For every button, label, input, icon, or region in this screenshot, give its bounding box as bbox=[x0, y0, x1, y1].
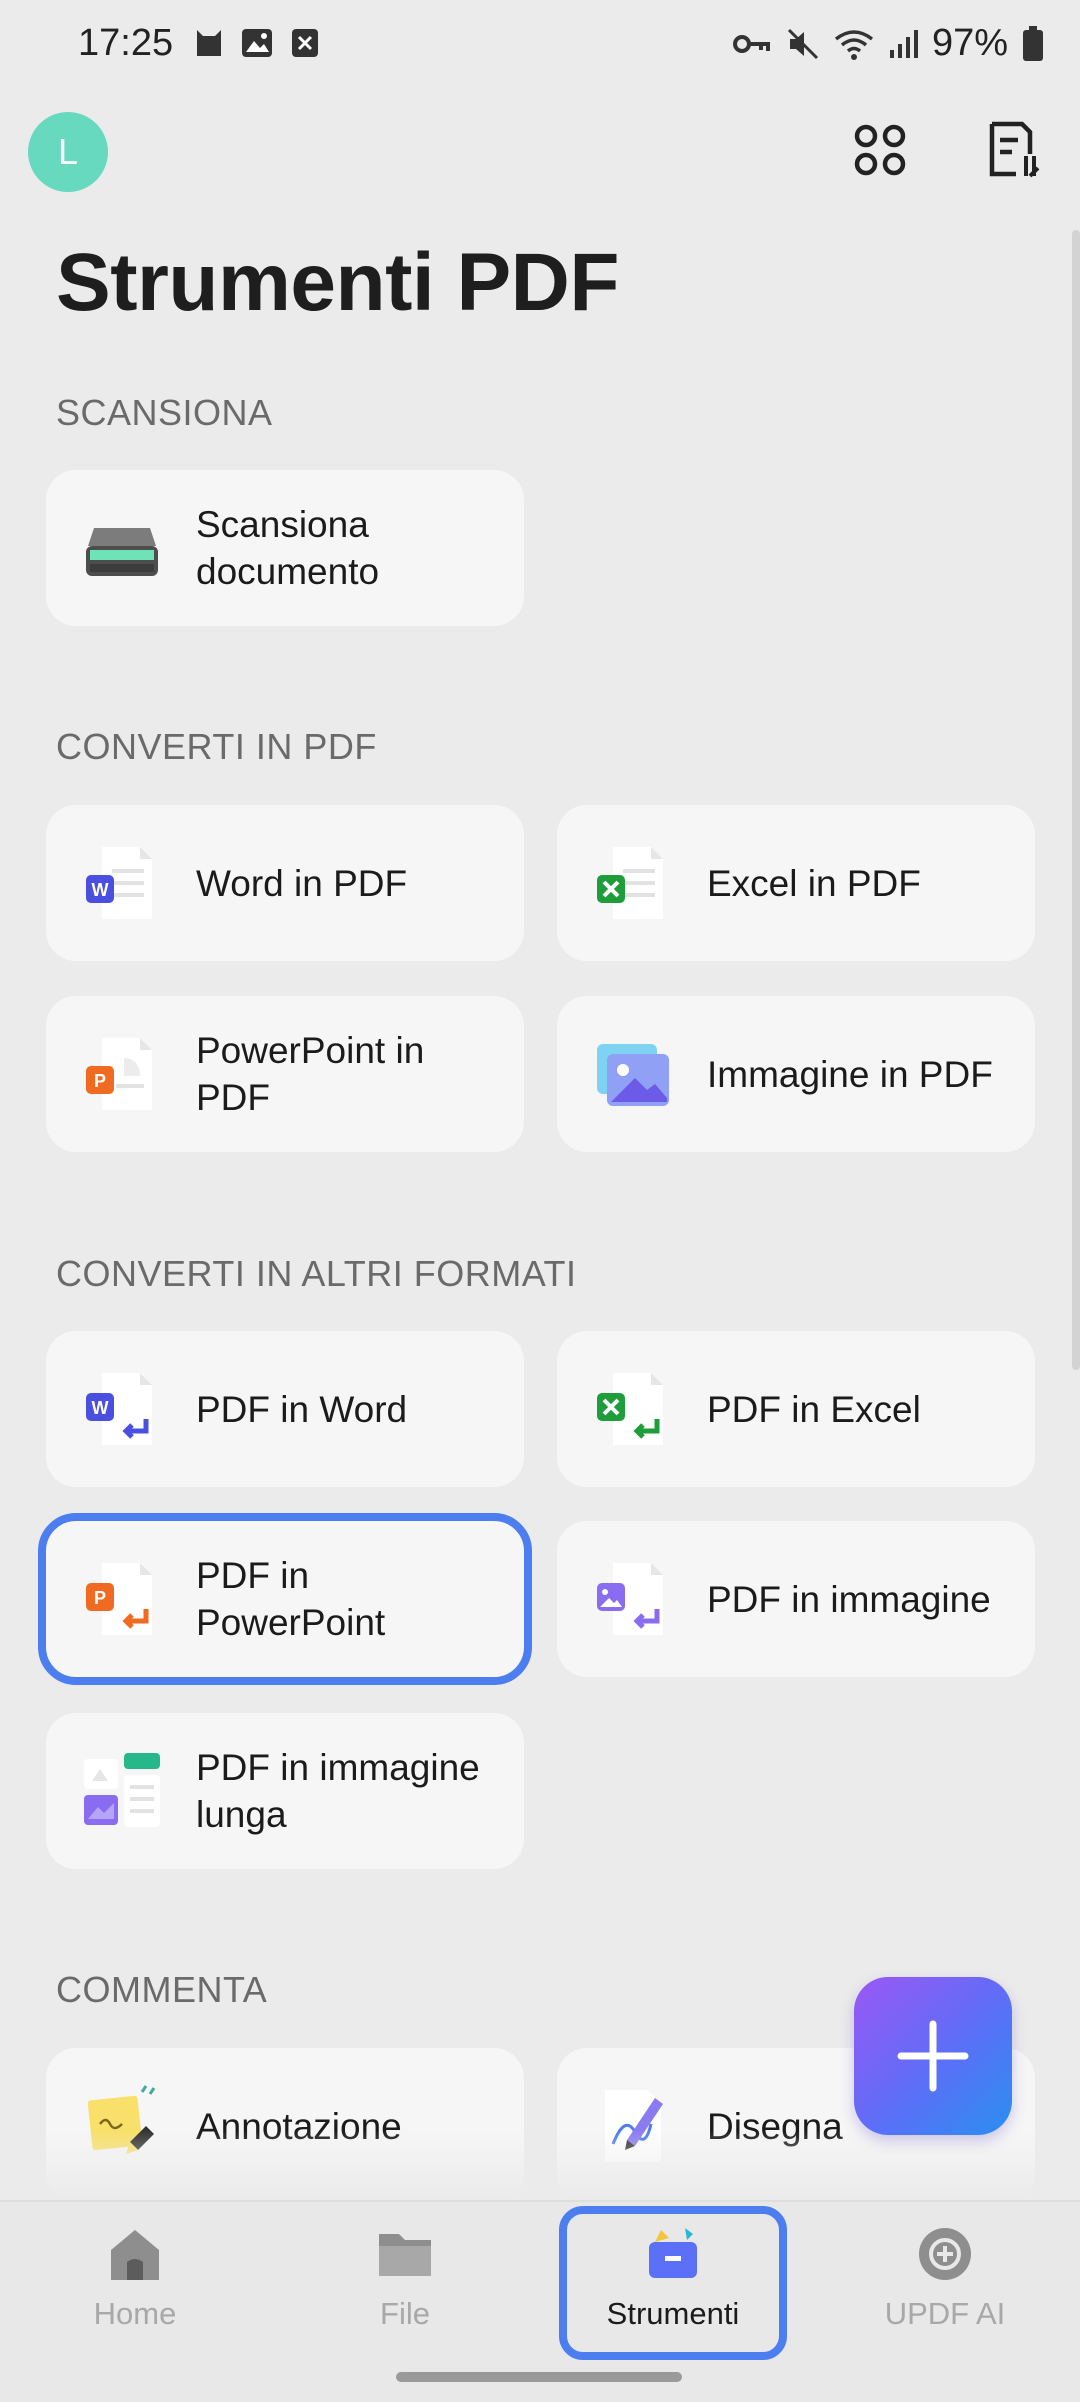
svg-text:P: P bbox=[94, 1071, 106, 1091]
close-box-notification-icon bbox=[292, 29, 318, 57]
page-title: Strumenti PDF bbox=[56, 237, 619, 328]
grid-view-button[interactable] bbox=[848, 118, 912, 182]
tool-label: Word in PDF bbox=[196, 862, 408, 904]
powerpoint-document-icon: P bbox=[86, 1038, 152, 1110]
tool-word-to-pdf[interactable]: W Word in PDF bbox=[46, 805, 524, 961]
battery-icon bbox=[1023, 25, 1043, 61]
section-label-comment: COMMENTA bbox=[56, 1969, 268, 2010]
mute-icon bbox=[787, 28, 818, 59]
nav-label: Home bbox=[93, 2296, 177, 2331]
vpn-key-icon bbox=[732, 34, 770, 53]
toolbox-icon bbox=[649, 2228, 697, 2278]
grid-icon bbox=[854, 124, 906, 176]
image-notification-icon bbox=[242, 29, 272, 57]
tool-pdf-to-image[interactable]: PDF in immagine bbox=[557, 1521, 1035, 1677]
pdf-to-powerpoint-icon: P bbox=[86, 1563, 152, 1635]
sort-documents-button[interactable] bbox=[982, 118, 1046, 182]
pdf-to-excel-icon bbox=[597, 1373, 663, 1445]
svg-text:W: W bbox=[92, 880, 109, 900]
cat-notification-icon bbox=[197, 30, 221, 56]
tool-label: PDF in immagine lunga bbox=[196, 1747, 480, 1835]
signal-icon bbox=[889, 29, 918, 58]
nav-label: UPDF AI bbox=[884, 2296, 1006, 2331]
pdf-to-word-icon: W bbox=[86, 1373, 152, 1445]
tool-label: Scansiona documento bbox=[196, 504, 380, 592]
section-label-convert-to-pdf: CONVERTI IN PDF bbox=[56, 726, 377, 767]
home-icon bbox=[111, 2230, 159, 2280]
folder-icon bbox=[379, 2234, 431, 2276]
scanner-icon bbox=[86, 528, 158, 576]
scrollbar[interactable] bbox=[1072, 230, 1080, 1370]
tool-label: Excel in PDF bbox=[707, 862, 921, 904]
avatar[interactable]: L bbox=[28, 112, 108, 192]
section-label-convert-from-pdf: CONVERTI IN ALTRI FORMATI bbox=[56, 1253, 577, 1294]
plus-icon bbox=[897, 2020, 969, 2092]
tool-label: PowerPoint in PDF bbox=[196, 1030, 425, 1118]
tool-pdf-to-powerpoint[interactable]: P PDF in PowerPoint bbox=[38, 1513, 532, 1685]
nav-home[interactable]: Home bbox=[35, 2222, 235, 2357]
tool-label: PDF in PowerPoint bbox=[196, 1555, 386, 1643]
status-system-icons: 97% bbox=[732, 22, 1044, 65]
battery-percent: 97% bbox=[931, 22, 1008, 64]
image-gallery-icon bbox=[597, 1044, 669, 1106]
nav-label: File bbox=[380, 2296, 430, 2331]
tool-label: PDF in Word bbox=[196, 1388, 408, 1430]
tool-pdf-to-excel[interactable]: PDF in Excel bbox=[557, 1331, 1035, 1487]
tool-scan-document[interactable]: Scansiona documento bbox=[46, 470, 524, 626]
content-fade bbox=[0, 2130, 1080, 2200]
notification-icons bbox=[194, 26, 320, 60]
svg-text:W: W bbox=[92, 1398, 109, 1418]
tool-pdf-to-long-image[interactable]: PDF in immagine lunga bbox=[46, 1713, 524, 1869]
pdf-to-image-icon bbox=[597, 1563, 663, 1635]
nav-file[interactable]: File bbox=[305, 2222, 505, 2357]
home-indicator[interactable] bbox=[396, 2372, 682, 2382]
tool-label: Immagine in PDF bbox=[707, 1053, 993, 1095]
section-label-scan: SCANSIONA bbox=[56, 392, 273, 433]
tool-powerpoint-to-pdf[interactable]: P PowerPoint in PDF bbox=[46, 996, 524, 1152]
long-image-icon bbox=[84, 1753, 160, 1827]
nav-strumenti[interactable]: Strumenti bbox=[559, 2206, 787, 2360]
status-bar: 17:25 97% bbox=[0, 0, 1080, 90]
tool-excel-to-pdf[interactable]: Excel in PDF bbox=[557, 805, 1035, 961]
tool-label: PDF in Excel bbox=[707, 1388, 921, 1430]
svg-text:P: P bbox=[94, 1588, 106, 1608]
tool-label: PDF in immagine bbox=[707, 1578, 991, 1620]
nav-updf-ai[interactable]: UPDF AI bbox=[845, 2222, 1045, 2357]
status-time: 17:25 bbox=[78, 22, 174, 64]
document-sort-icon bbox=[989, 121, 1040, 178]
tool-pdf-to-word[interactable]: W PDF in Word bbox=[46, 1331, 524, 1487]
tool-image-to-pdf[interactable]: Immagine in PDF bbox=[557, 996, 1035, 1152]
avatar-letter: L bbox=[57, 131, 79, 172]
add-fab-button[interactable] bbox=[854, 1977, 1012, 2135]
excel-document-icon bbox=[597, 847, 663, 919]
wifi-icon bbox=[834, 29, 874, 60]
word-document-icon: W bbox=[86, 847, 152, 919]
ai-orb-icon bbox=[919, 2228, 971, 2280]
nav-label: Strumenti bbox=[606, 2296, 740, 2331]
